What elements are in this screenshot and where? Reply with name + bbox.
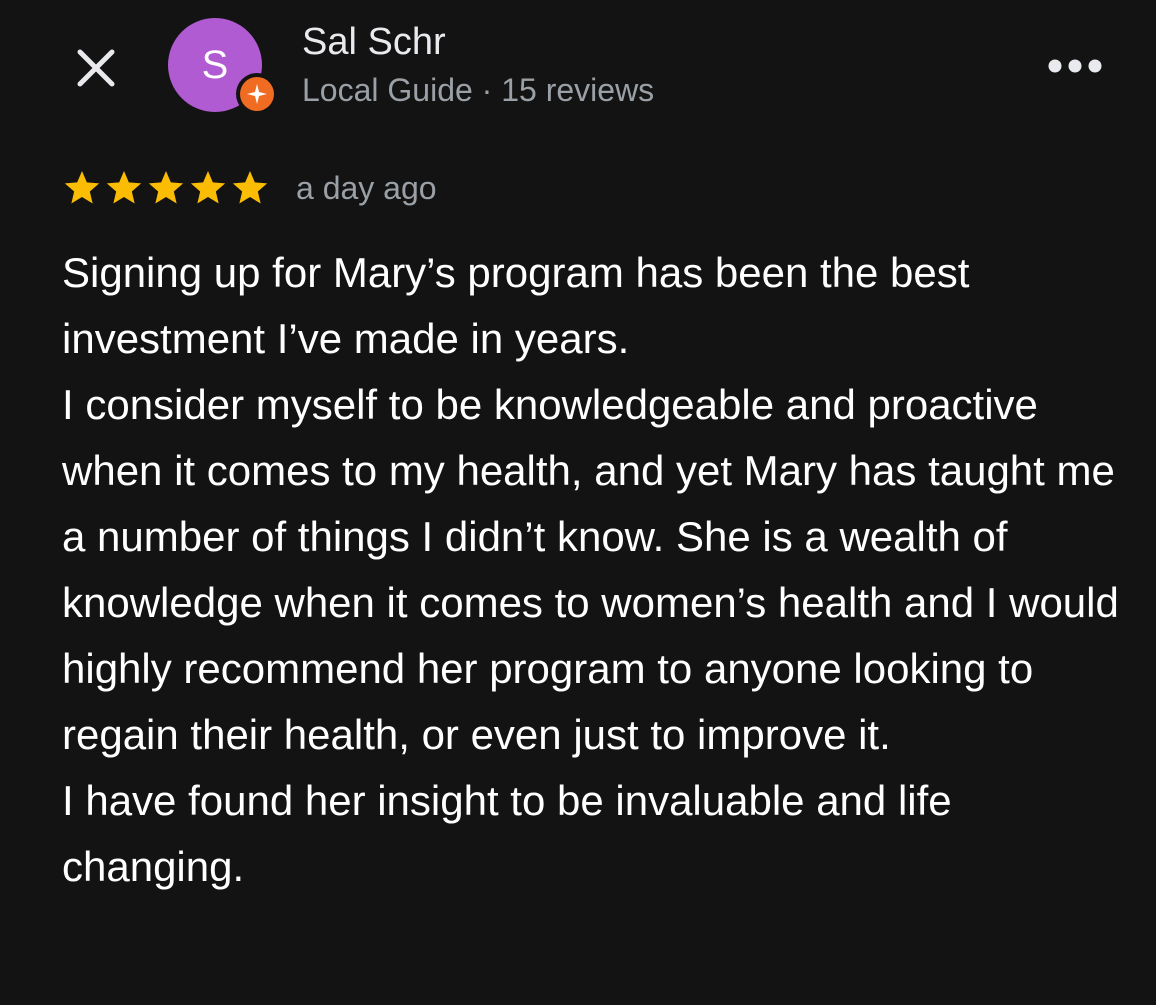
star-icon: [232, 171, 268, 204]
more-options-button[interactable]: [1040, 44, 1110, 88]
close-button[interactable]: [68, 40, 124, 96]
review-time: a day ago: [296, 170, 437, 206]
avatar-letter: S: [201, 42, 229, 87]
local-guide-badge-icon: [240, 77, 274, 111]
review-paragraph: I consider myself to be knowledgeable an…: [62, 381, 1119, 758]
review-paragraph: Signing up for Mary’s program has been t…: [62, 249, 970, 362]
star-rating: [62, 168, 270, 208]
review-text: Signing up for Mary’s program has been t…: [62, 240, 1132, 900]
star-icon: [106, 171, 142, 204]
review-paragraph: I have found her insight to be invaluabl…: [62, 777, 952, 890]
close-icon: [77, 49, 115, 87]
star-icon: [148, 171, 184, 204]
star-icon: [64, 171, 100, 204]
reviewer-meta: Local Guide · 15 reviews: [302, 72, 655, 108]
reviewer-name[interactable]: Sal Schr: [302, 20, 446, 64]
star-icon: [190, 171, 226, 204]
local-guide-badge: [236, 73, 278, 115]
more-horizontal-icon: [1048, 59, 1102, 73]
